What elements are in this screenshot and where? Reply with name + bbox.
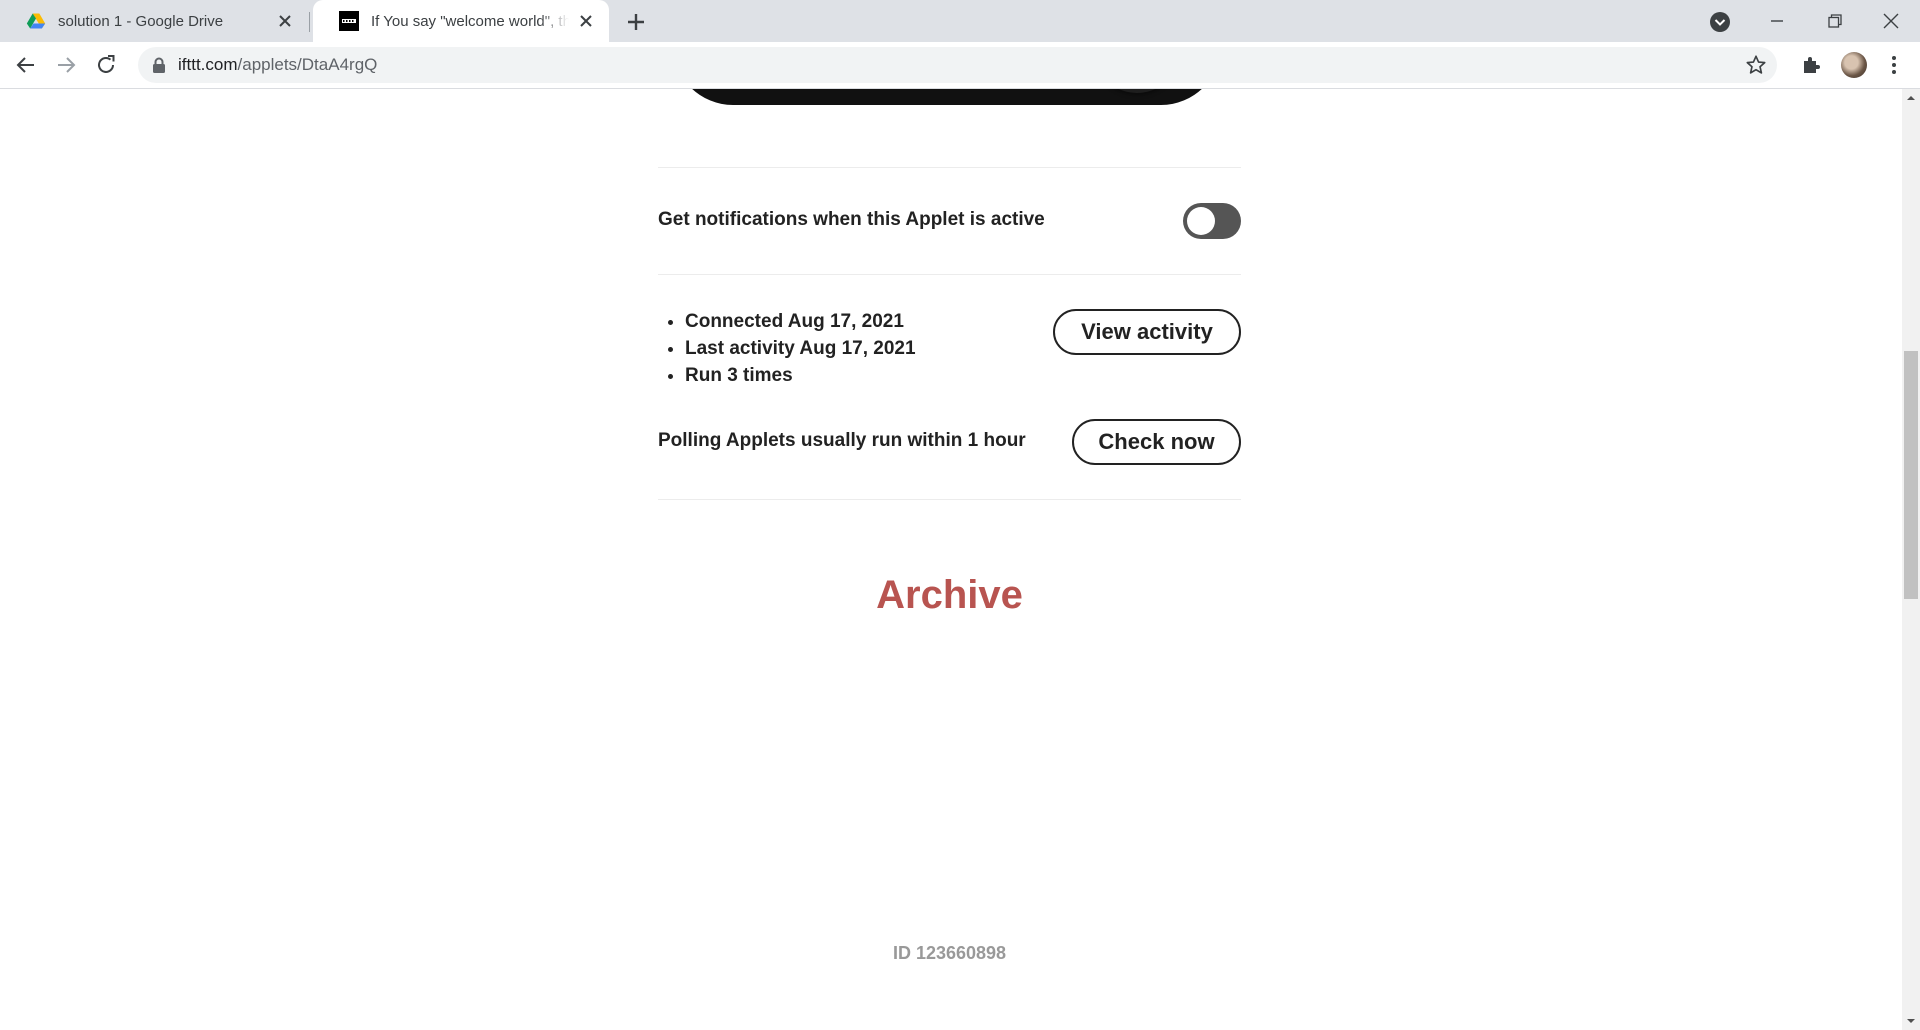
view-activity-button[interactable]: View activity — [1053, 309, 1241, 355]
divider — [658, 274, 1241, 275]
page-viewport: Get notifications when this Applet is ac… — [0, 89, 1902, 1030]
applet-stats-list: Connected Aug 17, 2021 Last activity Aug… — [658, 308, 916, 389]
new-tab-icon[interactable] — [624, 10, 648, 34]
extensions-puzzle-icon[interactable] — [1800, 53, 1824, 77]
divider — [658, 167, 1241, 168]
back-icon[interactable] — [14, 53, 38, 77]
google-drive-icon — [26, 13, 46, 29]
archive-link[interactable]: Archive — [658, 573, 1241, 618]
notifications-toggle[interactable] — [1183, 203, 1241, 239]
stat-connected: Connected Aug 17, 2021 — [685, 308, 916, 335]
minimize-icon — [1771, 20, 1783, 22]
url-text: ifttt.com/applets/DtaA4rgQ — [178, 55, 377, 75]
profile-avatar[interactable] — [1841, 52, 1867, 78]
scroll-up-icon[interactable] — [1906, 93, 1916, 103]
page-scrollbar[interactable] — [1902, 89, 1920, 1030]
tab-strip: solution 1 - Google Drive If You say "we… — [0, 0, 1920, 42]
polling-info: Polling Applets usually run within 1 hou… — [658, 430, 1026, 451]
menu-kebab-icon[interactable] — [1882, 53, 1906, 77]
applet-id: ID 123660898 — [892, 943, 1007, 963]
tab-google-drive[interactable]: solution 1 - Google Drive — [0, 0, 308, 42]
close-icon[interactable] — [276, 12, 294, 30]
scroll-down-icon[interactable] — [1906, 1016, 1916, 1026]
reload-icon[interactable] — [94, 53, 118, 77]
close-window-icon — [1883, 13, 1899, 29]
tab-title: solution 1 - Google Drive — [58, 12, 224, 30]
lock-icon[interactable] — [152, 57, 166, 73]
toggle-knob — [1187, 207, 1215, 235]
divider — [658, 499, 1241, 500]
forward-icon[interactable] — [54, 53, 78, 77]
applet-card-knob — [1097, 89, 1177, 93]
stat-run-count: Run 3 times — [685, 362, 916, 389]
applet-card-bottom — [673, 89, 1221, 105]
minimize-button[interactable] — [1748, 0, 1806, 42]
check-now-button[interactable]: Check now — [1072, 419, 1241, 465]
url-path: /applets/DtaA4rgQ — [237, 55, 378, 74]
tab-search-icon[interactable] — [1708, 10, 1732, 34]
tab-separator — [309, 12, 310, 32]
restore-icon — [1828, 14, 1842, 28]
url-host: ifttt.com — [178, 55, 238, 74]
tab-ifttt[interactable]: If You say "welcome world", then — [313, 0, 609, 42]
restore-button[interactable] — [1806, 0, 1864, 42]
notifications-label: Get notifications when this Applet is ac… — [658, 209, 1045, 230]
bookmark-star-icon[interactable] — [1745, 54, 1767, 76]
browser-toolbar: ifttt.com/applets/DtaA4rgQ — [0, 42, 1920, 89]
scrollbar-thumb[interactable] — [1904, 351, 1918, 599]
close-icon[interactable] — [577, 12, 595, 30]
ifttt-icon — [339, 11, 359, 31]
tab-title: If You say "welcome world", then — [371, 12, 569, 30]
address-bar[interactable]: ifttt.com/applets/DtaA4rgQ — [138, 47, 1777, 83]
stat-last-activity: Last activity Aug 17, 2021 — [685, 335, 916, 362]
close-window-button[interactable] — [1862, 0, 1920, 42]
